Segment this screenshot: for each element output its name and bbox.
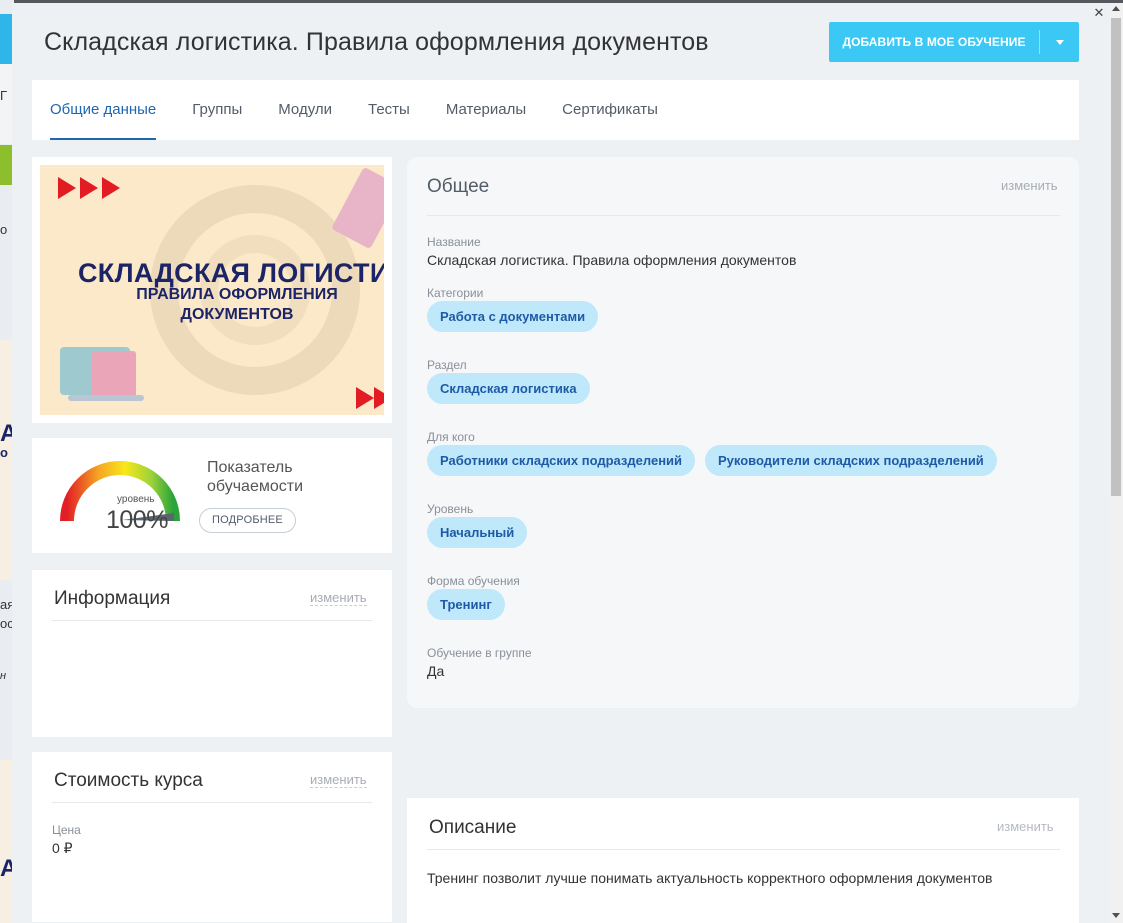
gauge-title: Показатель обучаемости [207,459,304,495]
page-title: Складская логистика. Правила оформления … [44,28,709,56]
cover-title: СКЛАДСКАЯ ЛОГИСТИКА [78,258,384,288]
course-slider: Складская логистика. Правила оформления … [12,3,1109,923]
background-button [0,145,12,185]
tab-certificates[interactable]: Сертификаты [562,80,658,140]
section-label: Раздел [427,358,467,372]
background-toolbar [0,64,12,144]
cost-card: Стоимость курса изменить Цена 0 ₽ [32,752,392,922]
cover-subtitle: ДОКУМЕНТОВ [180,306,294,323]
categories-label: Категории [427,286,484,300]
group-label: Обучение в группе [427,646,532,660]
divider [52,802,372,803]
description-edit-link[interactable]: изменить [997,820,1054,834]
tab-tests[interactable]: Тесты [368,80,410,140]
info-title: Информация [54,588,171,609]
background-text: Г [0,88,8,103]
name-value: Складская логистика. Правила оформления … [427,252,797,268]
general-card: Общее изменить Название Складская логист… [407,157,1079,708]
divider [427,849,1060,850]
cost-edit-link[interactable]: изменить [310,773,367,788]
scroll-down-icon[interactable] [1112,913,1120,918]
tab-materials[interactable]: Материалы [446,80,526,140]
price-value: 0 ₽ [52,840,73,856]
background-text: о [0,222,8,237]
audience-chip[interactable]: Работники складских подразделений [427,445,696,476]
tab-groups[interactable]: Группы [192,80,242,140]
background-card [0,760,12,923]
cover-subtitle: ПРАВИЛА ОФОРМЛЕНИЯ [136,286,338,303]
description-title: Описание [429,817,517,838]
divider [52,620,372,621]
scroll-up-icon[interactable] [1112,6,1120,11]
background-header [0,14,12,64]
gauge-level-label: уровень [117,494,155,505]
general-title: Общее [427,176,490,197]
audience-chip[interactable]: Руководители складских подразделений [705,445,997,476]
info-edit-link[interactable]: изменить [310,591,367,606]
description-text: Тренинг позволит лучше понимать актуальн… [427,870,993,886]
price-label: Цена [52,823,81,837]
form-label: Форма обучения [427,574,520,588]
background-text: о [0,445,8,460]
description-card: Описание изменить Тренинг позволит лучше… [407,798,1079,923]
info-card: Информация изменить [32,570,392,737]
level-label: Уровень [427,502,474,516]
add-to-learning-label[interactable]: ДОБАВИТЬ В МОЕ ОБУЧЕНИЕ [829,35,1039,49]
arrow-decoration-icon [356,387,374,409]
divider [427,215,1060,216]
document-illustration [92,351,136,397]
arrow-decoration-icon [80,177,98,199]
arrow-decoration-icon [58,177,76,199]
tab-bar: Общие данные Группы Модули Тесты Материа… [32,80,1079,140]
chevron-down-icon[interactable] [1040,39,1079,45]
add-to-learning-button[interactable]: ДОБАВИТЬ В МОЕ ОБУЧЕНИЕ [829,22,1079,62]
form-chip[interactable]: Тренинг [427,589,505,620]
level-chip[interactable]: Начальный [427,517,528,548]
tab-general[interactable]: Общие данные [50,80,157,140]
general-edit-link[interactable]: изменить [1001,179,1058,193]
course-cover-image: СКЛАДСКАЯ ЛОГИСТИКА ПРАВИЛА ОФОРМЛЕНИЯ Д… [40,165,384,415]
close-icon[interactable]: ✕ [1093,6,1105,19]
details-button[interactable]: ПОДРОБНЕЕ [199,508,296,533]
scrollbar-thumb[interactable] [1111,18,1121,496]
learnability-card: уровень 100% Показатель обучаемости ПОДР… [32,438,392,553]
background-text: н [0,670,7,682]
audience-label: Для кого [427,430,475,444]
keyboard-illustration [68,395,144,401]
arrow-decoration-icon [102,177,120,199]
tab-modules[interactable]: Модули [278,80,332,140]
background-card [0,340,12,580]
group-value: Да [427,663,445,679]
arrow-decoration-icon [374,387,384,409]
cost-title: Стоимость курса [54,770,203,791]
category-chip[interactable]: Работа с документами [427,301,599,332]
section-chip[interactable]: Складская логистика [427,373,590,404]
gauge-value: 100% [106,506,168,534]
cover-card: СКЛАДСКАЯ ЛОГИСТИКА ПРАВИЛА ОФОРМЛЕНИЯ Д… [32,157,392,423]
name-label: Название [427,235,481,249]
